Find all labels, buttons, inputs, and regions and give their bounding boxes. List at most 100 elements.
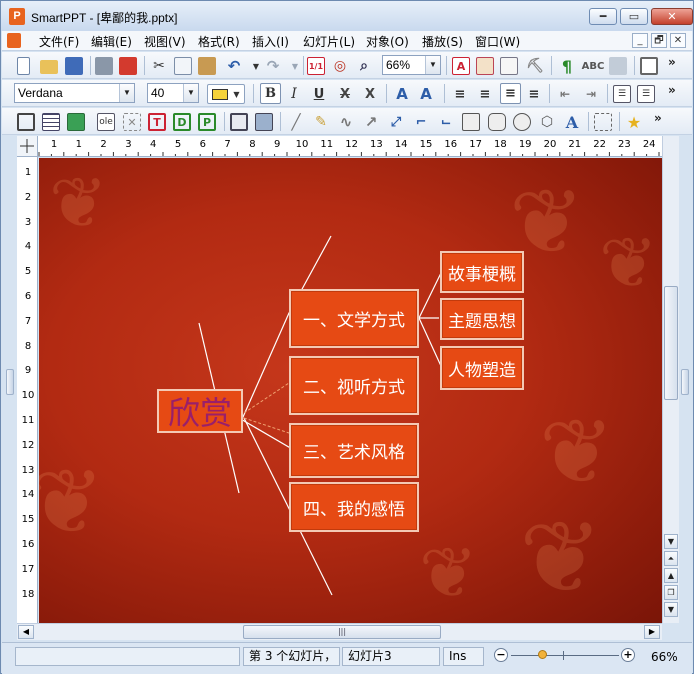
insert-mode-status[interactable]: Ins xyxy=(443,647,484,666)
table-icon[interactable] xyxy=(42,113,60,131)
arrow-icon[interactable]: ↗ xyxy=(362,113,380,131)
ruler-origin-icon[interactable] xyxy=(17,136,38,157)
film-icon[interactable] xyxy=(230,113,248,131)
line-icon[interactable]: ╱ xyxy=(287,113,305,131)
bullet-list-icon[interactable]: ☰ xyxy=(613,85,631,103)
menu-edit[interactable]: 编辑(E) xyxy=(91,33,132,50)
doc-restore-button[interactable]: 🗗 xyxy=(651,33,667,48)
menu-view[interactable]: 视图(V) xyxy=(144,33,186,50)
zoom-slider[interactable] xyxy=(511,655,619,656)
spelling-icon[interactable]: ABC xyxy=(582,57,605,75)
scroll-down-icon[interactable]: ▼ xyxy=(664,534,678,549)
next-slide-icon[interactable]: ▼ xyxy=(664,602,678,617)
toolbar-overflow-icon[interactable]: » xyxy=(668,55,676,69)
zoom-find-icon[interactable]: ◎ xyxy=(331,57,349,75)
mindmap-sub-node[interactable]: 主题思想 xyxy=(440,298,524,340)
save-icon[interactable] xyxy=(65,57,83,75)
document-icon[interactable] xyxy=(7,33,21,48)
chevron-down-icon[interactable]: ▼ xyxy=(119,84,134,102)
justify-icon[interactable]: ≡ xyxy=(525,85,543,103)
media-icon[interactable] xyxy=(255,113,273,131)
horizontal-scroll-thumb[interactable]: ||| xyxy=(243,625,441,639)
select-frame-icon[interactable] xyxy=(17,113,35,131)
left-panel-grip[interactable] xyxy=(6,369,14,395)
horizontal-ruler[interactable]: 1 1 2 3 4 5 6 7 8 9 10 11 12 13 14 15 16 17 18 19 20 21 22 23 24… xyxy=(17,136,662,157)
step-connector-icon[interactable]: ⌙ xyxy=(437,113,455,131)
undo-icon[interactable]: ↶ xyxy=(225,57,243,75)
star-icon[interactable]: ★ xyxy=(625,113,643,132)
app-icon[interactable]: P xyxy=(9,8,25,25)
increase-indent-icon[interactable]: ⇥ xyxy=(582,85,600,103)
mindmap-branch-node[interactable]: 三、艺术风格 xyxy=(289,423,419,478)
rounded-rect-icon[interactable] xyxy=(488,113,506,131)
right-panel-grip[interactable] xyxy=(681,369,689,395)
font-size-combo[interactable]: 40 ▼ xyxy=(147,83,199,103)
italic-button[interactable]: I xyxy=(285,85,303,103)
close-button[interactable]: ✕ xyxy=(651,8,693,25)
zoom-slider-knob[interactable] xyxy=(538,650,548,659)
cut-icon[interactable]: ✂ xyxy=(150,57,168,75)
new-file-icon[interactable] xyxy=(17,57,30,75)
mindmap-sub-node[interactable]: 人物塑造 xyxy=(440,346,524,390)
first-slide-icon[interactable]: ⏶ xyxy=(664,551,678,566)
pen-icon[interactable]: ✎ xyxy=(312,113,330,131)
chevron-down-icon[interactable]: ▼ xyxy=(425,56,440,74)
rectangle-icon[interactable] xyxy=(462,113,480,131)
shrink-font-icon[interactable]: A xyxy=(417,85,435,103)
decrease-indent-icon[interactable]: ⇤ xyxy=(556,85,574,103)
vertical-scrollbar[interactable]: ▼ ⏶ ▲ ❐ ▼ xyxy=(662,136,679,623)
menu-slide[interactable]: 幻灯片(L) xyxy=(303,33,355,50)
text-frame-icon[interactable]: T xyxy=(148,113,166,131)
menu-window[interactable]: 窗口(W) xyxy=(475,33,520,50)
mindmap-branch-node[interactable]: 二、视听方式 xyxy=(289,356,419,415)
zoom-combo[interactable]: 66% ▼ xyxy=(382,55,441,75)
zoom-out-button[interactable]: − xyxy=(494,648,508,662)
redo-icon[interactable]: ↷ xyxy=(264,57,282,75)
scroll-left-icon[interactable]: ◀ xyxy=(18,625,34,639)
doc-close-button[interactable]: ✕ xyxy=(670,33,686,48)
slide-browser-icon[interactable]: ❐ xyxy=(664,585,678,600)
chart-icon[interactable] xyxy=(609,57,627,75)
image-icon[interactable] xyxy=(67,113,85,131)
horizontal-scrollbar[interactable]: ◀ ||| ▶ xyxy=(17,623,662,640)
slide-canvas[interactable]: ❦ ❦ ❦ ❦ ❦ ❦ ❦ 欣赏 一、文学方式 二、视听方式 三、艺术风格 四、… xyxy=(39,158,662,623)
mindmap-root-node[interactable]: 欣赏 xyxy=(157,389,243,433)
elbow-connector-icon[interactable]: ⌐ xyxy=(412,113,430,131)
redo-dropdown-icon[interactable]: ▼ xyxy=(286,57,304,75)
font-name-combo[interactable]: Verdana ▼ xyxy=(14,83,135,103)
menu-play[interactable]: 播放(S) xyxy=(422,33,463,50)
menu-object[interactable]: 对象(O) xyxy=(366,33,409,50)
copy-icon[interactable] xyxy=(174,57,192,75)
group-icon[interactable] xyxy=(594,113,612,131)
bold-button[interactable]: B xyxy=(260,83,281,104)
insert-box-icon[interactable]: D xyxy=(173,113,191,131)
paste-icon[interactable] xyxy=(198,57,216,75)
frame-icon[interactable] xyxy=(640,57,658,75)
grow-font-icon[interactable]: A xyxy=(393,85,411,103)
spell-check-icon[interactable]: A xyxy=(452,57,470,75)
connector-icon[interactable]: ⤢ xyxy=(387,113,405,131)
align-right-icon[interactable]: ≡ xyxy=(476,85,494,103)
doc-minimize-button[interactable]: _ xyxy=(632,33,648,48)
clear-format-button[interactable]: X xyxy=(361,85,379,103)
curve-icon[interactable]: ∿ xyxy=(337,113,355,131)
ole-icon[interactable]: ole xyxy=(97,113,115,131)
slide-number-icon[interactable]: 1/1 xyxy=(307,57,325,75)
toolbar-overflow-icon[interactable]: » xyxy=(668,83,676,97)
strikethrough-button[interactable]: X xyxy=(336,85,354,103)
clipart-icon[interactable]: ✕ xyxy=(123,113,141,131)
paragraph-mark-icon[interactable]: ¶ xyxy=(558,57,576,76)
menu-file[interactable]: 文件(F) xyxy=(39,33,79,50)
mindmap-sub-node[interactable]: 故事梗概 xyxy=(440,251,524,293)
title-bar[interactable]: P SmartPPT - [卑鄙的我.pptx] ━ ▭ ✕ xyxy=(1,1,693,31)
undo-dropdown-icon[interactable]: ▼ xyxy=(247,57,265,75)
format-painter-icon[interactable]: ⛏ xyxy=(526,57,544,75)
mindmap-branch-node[interactable]: 一、文学方式 xyxy=(289,289,419,348)
minimize-button[interactable]: ━ xyxy=(589,8,617,25)
format-list-icon[interactable] xyxy=(500,57,518,75)
wordart-icon[interactable]: A xyxy=(563,113,581,132)
maximize-button[interactable]: ▭ xyxy=(620,8,648,25)
chevron-down-icon[interactable]: ▼ xyxy=(183,84,198,102)
mindmap-branch-node[interactable]: 四、我的感悟 xyxy=(289,482,419,532)
menu-format[interactable]: 格式(R) xyxy=(198,33,240,50)
